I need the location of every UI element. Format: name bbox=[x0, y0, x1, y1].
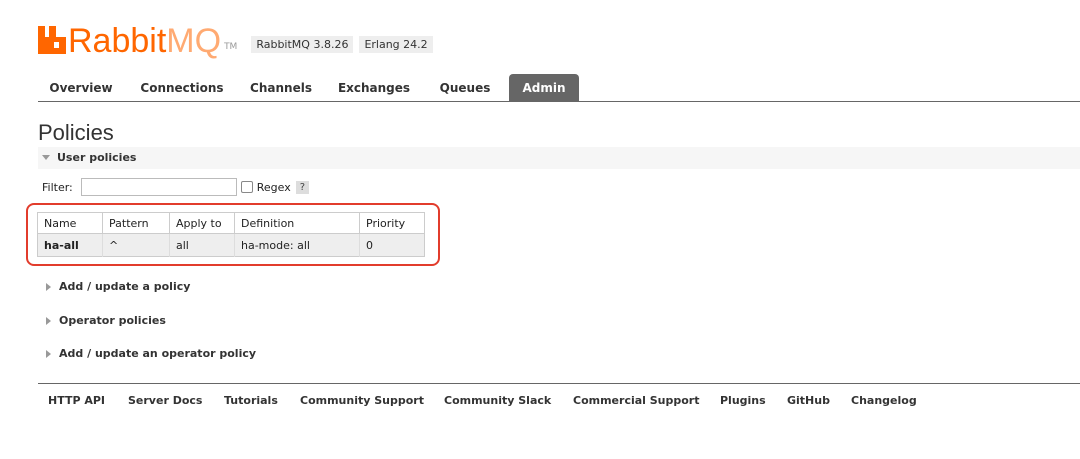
tab-admin[interactable]: Admin bbox=[509, 74, 579, 101]
footer-link-commercial-support[interactable]: Commercial Support bbox=[573, 394, 700, 407]
tab-queues[interactable]: Queues bbox=[430, 74, 500, 101]
regex-checkbox[interactable] bbox=[240, 181, 253, 193]
filter-input[interactable] bbox=[80, 178, 237, 196]
definition-key: ha-mode: bbox=[241, 238, 294, 252]
page-title: Policies bbox=[38, 120, 114, 145]
footer-link-plugins[interactable]: Plugins bbox=[720, 394, 766, 407]
logo-tm: TM bbox=[224, 42, 238, 52]
rabbitmq-logo[interactable]: Rabbit MQ TM bbox=[38, 24, 237, 58]
tab-connections[interactable]: Connections bbox=[132, 74, 232, 101]
erlang-badge: Erlang 24.2 bbox=[359, 36, 433, 53]
footer-link-community-support[interactable]: Community Support bbox=[300, 394, 424, 407]
footer-link-server-docs[interactable]: Server Docs bbox=[128, 394, 202, 407]
tab-exchanges[interactable]: Exchanges bbox=[332, 74, 416, 101]
version-badge: RabbitMQ 3.8.26 bbox=[251, 36, 354, 53]
triangle-down-icon bbox=[42, 155, 50, 160]
add-update-policy-toggle[interactable]: Add / update a policy bbox=[46, 280, 190, 293]
user-policies-toggle[interactable]: User policies bbox=[42, 151, 136, 164]
cell-apply-to: all bbox=[169, 233, 235, 257]
cell-pattern: ^ bbox=[102, 233, 170, 257]
col-definition: Definition bbox=[234, 212, 360, 234]
col-apply-to: Apply to bbox=[169, 212, 235, 234]
rabbitmq-logo-icon bbox=[38, 26, 66, 54]
footer-link-http-api[interactable]: HTTP API bbox=[48, 394, 105, 407]
col-priority: Priority bbox=[359, 212, 425, 234]
logo-text-mq: MQ bbox=[166, 22, 222, 60]
logo-text-rabbit: Rabbit bbox=[68, 22, 167, 60]
col-pattern: Pattern bbox=[102, 212, 170, 234]
tab-channels[interactable]: Channels bbox=[242, 74, 320, 101]
footer-link-tutorials[interactable]: Tutorials bbox=[224, 394, 278, 407]
section-label: Add / update an operator policy bbox=[59, 347, 257, 360]
regex-label: Regex bbox=[256, 180, 291, 194]
header: Rabbit MQ TM RabbitMQ 3.8.26 Erlang 24.2 bbox=[38, 18, 433, 58]
footer-link-community-slack[interactable]: Community Slack bbox=[444, 394, 551, 407]
user-policies-title: User policies bbox=[57, 151, 137, 164]
help-button[interactable]: ? bbox=[295, 180, 310, 194]
cell-definition: ha-mode: all bbox=[234, 233, 360, 257]
triangle-right-icon bbox=[46, 316, 51, 325]
filter-row: Filter: Regex ? bbox=[42, 178, 310, 196]
nav-tabs: Overview Connections Channels Exchanges … bbox=[38, 74, 1080, 102]
triangle-right-icon bbox=[46, 282, 51, 291]
section-label: Operator policies bbox=[59, 314, 166, 327]
footer-link-changelog[interactable]: Changelog bbox=[851, 394, 917, 407]
footer-link-github[interactable]: GitHub bbox=[787, 394, 830, 407]
cell-name[interactable]: ha-all bbox=[37, 233, 103, 257]
table-row[interactable]: ha-all ^ all ha-mode: all 0 bbox=[37, 233, 425, 257]
filter-label: Filter: bbox=[42, 180, 73, 194]
triangle-right-icon bbox=[46, 349, 51, 358]
definition-value: all bbox=[297, 238, 310, 252]
user-policies-header-bar bbox=[38, 147, 1080, 169]
add-update-operator-policy-toggle[interactable]: Add / update an operator policy bbox=[46, 347, 256, 360]
col-name: Name bbox=[37, 212, 103, 234]
tab-overview[interactable]: Overview bbox=[38, 74, 124, 101]
cell-priority: 0 bbox=[359, 233, 425, 257]
section-label: Add / update a policy bbox=[59, 280, 191, 293]
operator-policies-toggle[interactable]: Operator policies bbox=[46, 314, 166, 327]
table-header-row: Name Pattern Apply to Definition Priorit… bbox=[37, 212, 425, 234]
footer: HTTP API Server Docs Tutorials Community… bbox=[38, 383, 1080, 416]
policies-table: Name Pattern Apply to Definition Priorit… bbox=[37, 212, 425, 257]
